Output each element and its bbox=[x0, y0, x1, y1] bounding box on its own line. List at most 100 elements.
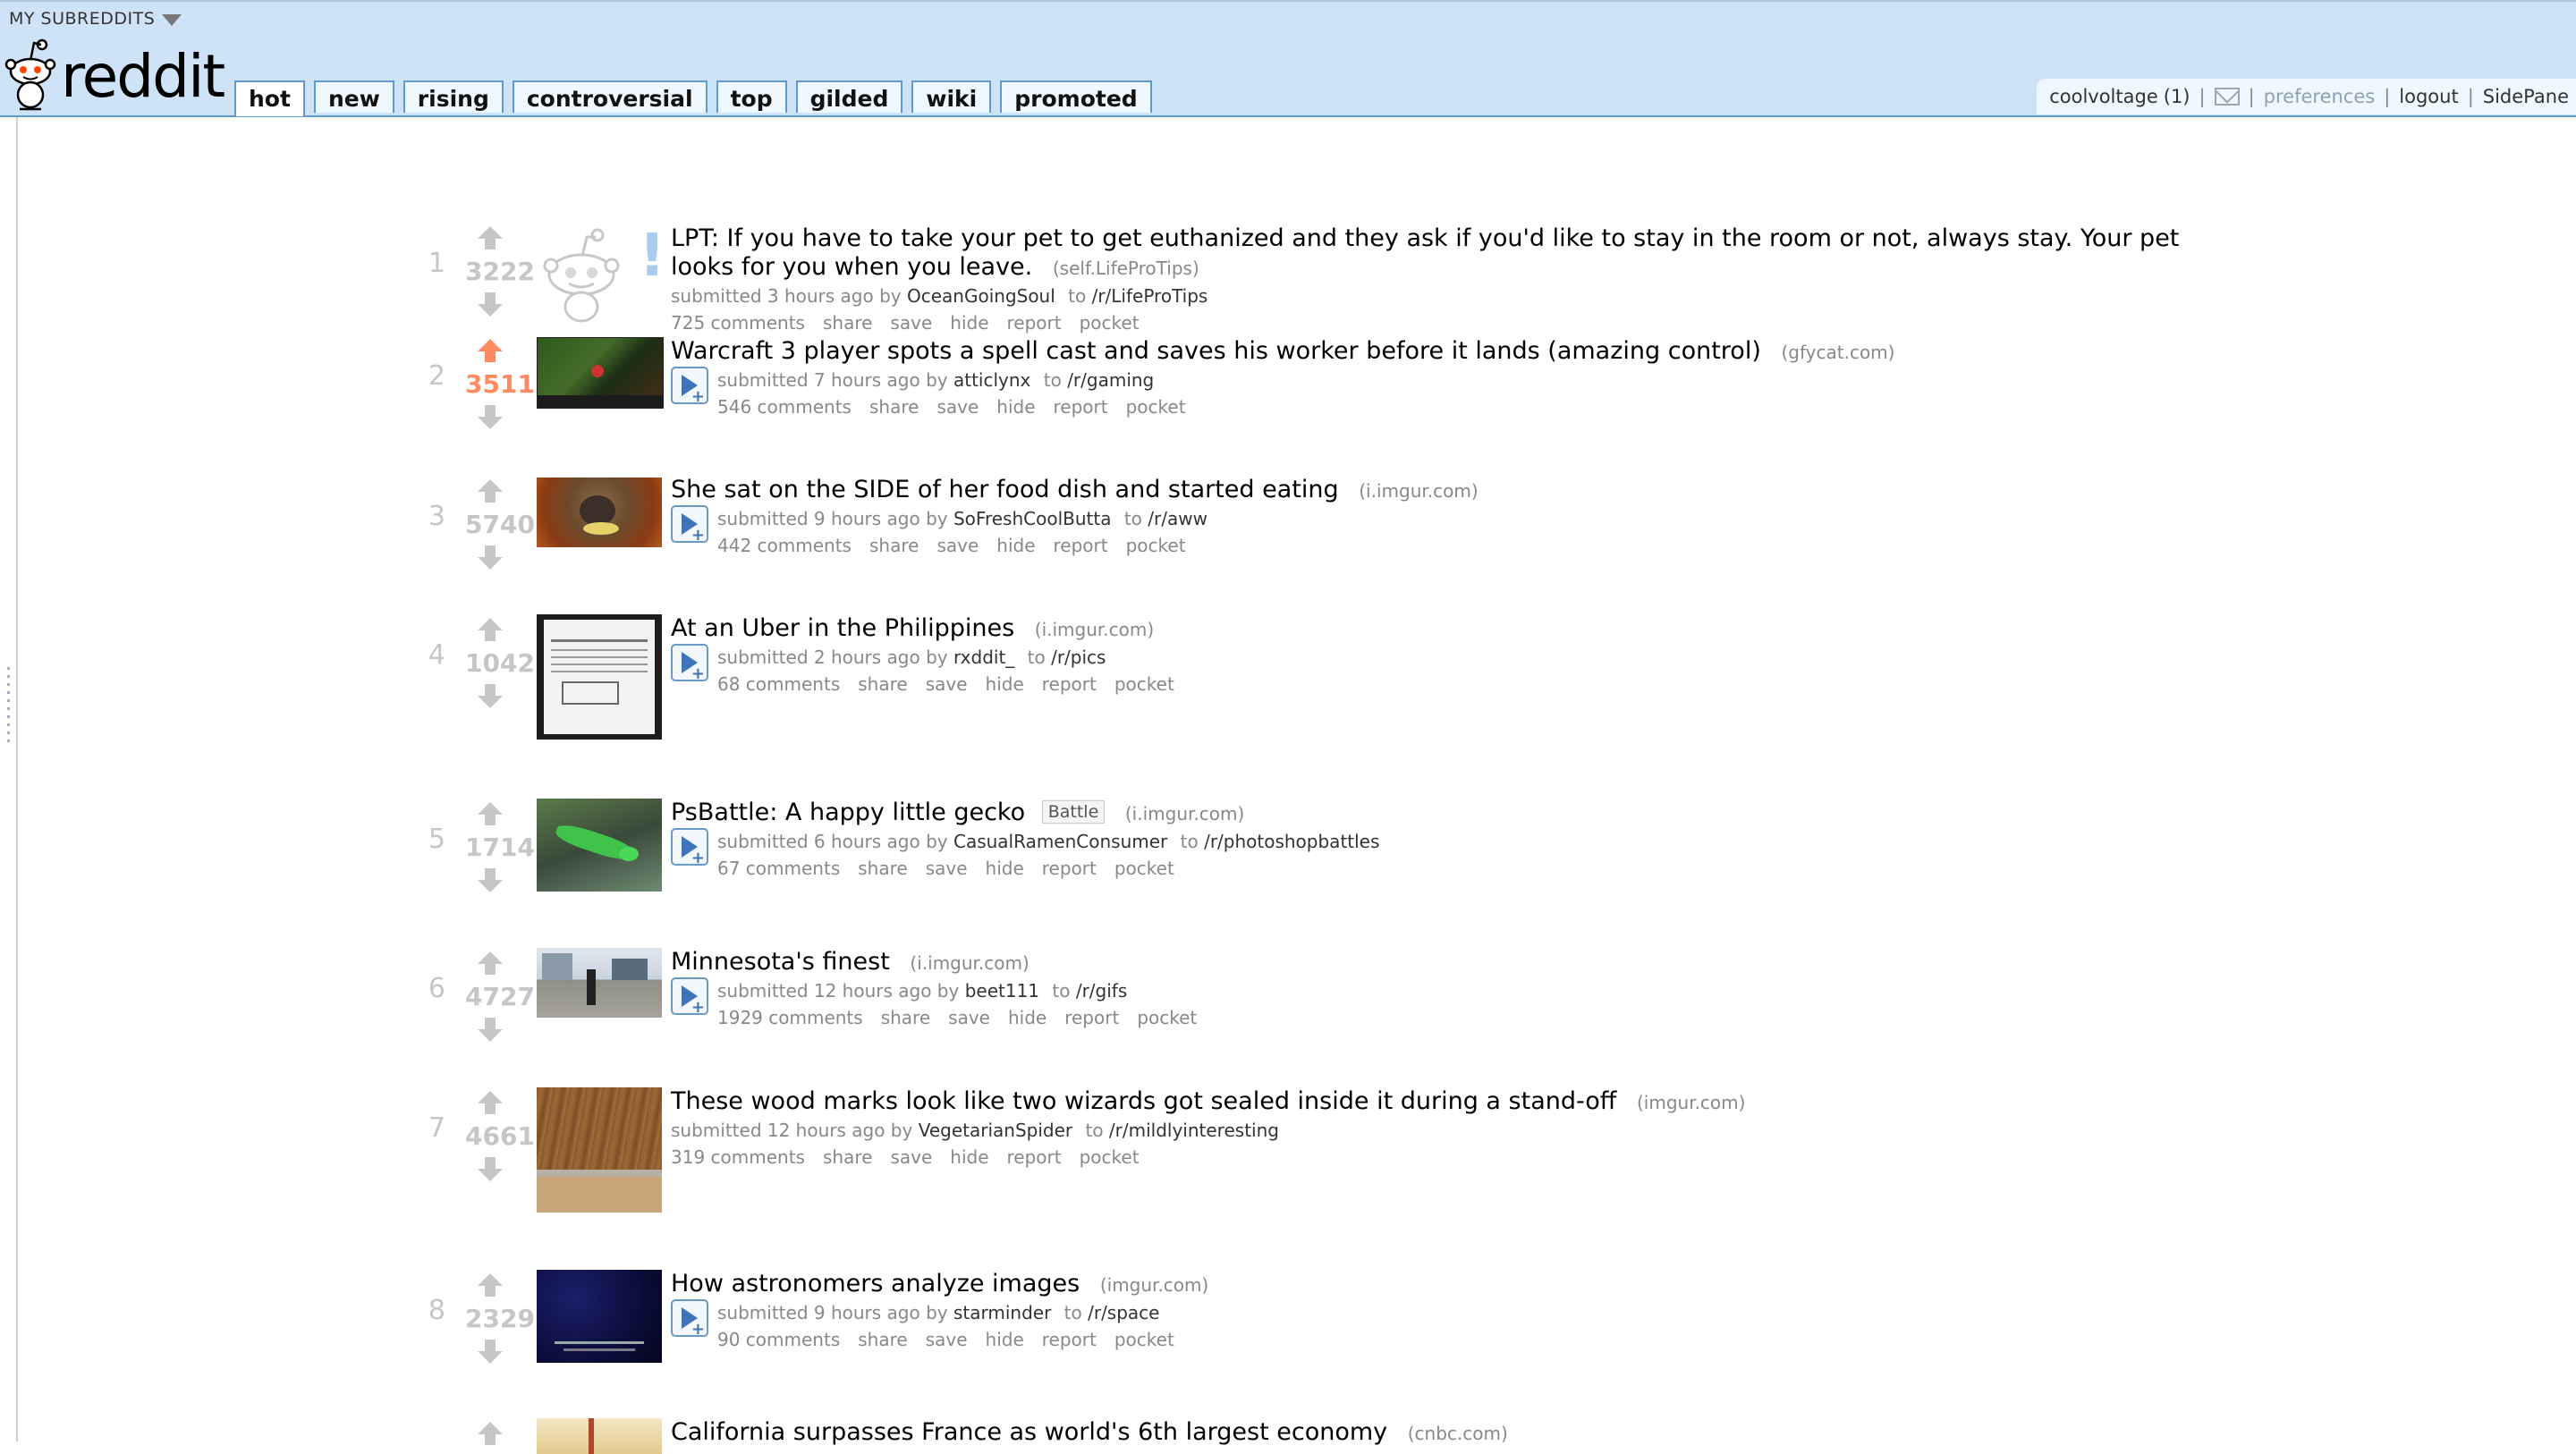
author-link[interactable]: SoFreshCoolButta bbox=[953, 508, 1112, 529]
author-link[interactable]: CasualRamenConsumer bbox=[953, 831, 1167, 852]
author-link[interactable]: VegetarianSpider bbox=[919, 1120, 1072, 1141]
upvote-arrow-icon[interactable] bbox=[465, 802, 515, 829]
domain-link[interactable]: imgur.com bbox=[1644, 1092, 1739, 1113]
domain-link[interactable]: i.imgur.com bbox=[917, 952, 1022, 974]
report-button[interactable]: report bbox=[1042, 671, 1097, 697]
bridge-thumbnail[interactable] bbox=[537, 1418, 662, 1454]
expand-media-icon[interactable] bbox=[671, 828, 708, 867]
mail-icon[interactable] bbox=[2214, 88, 2240, 106]
share-button[interactable]: share bbox=[869, 393, 919, 420]
upvote-arrow-icon[interactable] bbox=[465, 951, 515, 978]
tab-new[interactable]: new bbox=[313, 80, 394, 113]
sidepane-link[interactable]: SidePane bbox=[2483, 79, 2569, 114]
domain-link[interactable]: i.imgur.com bbox=[1366, 480, 1471, 502]
comments-link[interactable]: 1929 comments bbox=[717, 1004, 863, 1031]
post-title[interactable]: At an Uber in the Philippines bbox=[671, 614, 1014, 642]
hide-button[interactable]: hide bbox=[996, 393, 1035, 420]
subreddit-link[interactable]: /r/aww bbox=[1148, 508, 1208, 529]
pocket-button[interactable]: pocket bbox=[1114, 855, 1174, 882]
expand-media-icon[interactable] bbox=[671, 977, 708, 1017]
upvote-arrow-icon[interactable] bbox=[465, 618, 515, 645]
report-button[interactable]: report bbox=[1042, 1326, 1097, 1353]
post-title[interactable]: How astronomers analyze images bbox=[671, 1270, 1080, 1298]
subreddit-link[interactable]: /r/LifeProTips bbox=[1092, 285, 1208, 307]
author-link[interactable]: beet111 bbox=[965, 980, 1039, 1002]
subreddit-link[interactable]: /r/space bbox=[1088, 1302, 1159, 1323]
expand-media-icon[interactable] bbox=[671, 367, 708, 406]
downvote-arrow-icon[interactable] bbox=[465, 544, 515, 571]
pocket-button[interactable]: pocket bbox=[1126, 532, 1186, 559]
downvote-arrow-icon[interactable] bbox=[465, 682, 515, 709]
space-thumbnail[interactable] bbox=[537, 1270, 662, 1363]
report-button[interactable]: report bbox=[1007, 309, 1062, 336]
self-post-alien-icon[interactable]: ! bbox=[537, 224, 665, 323]
hide-button[interactable]: hide bbox=[950, 309, 988, 336]
comments-link[interactable]: 68 comments bbox=[717, 671, 840, 697]
upvote-arrow-icon[interactable] bbox=[465, 1422, 515, 1449]
report-button[interactable]: report bbox=[1042, 855, 1097, 882]
subreddit-link[interactable]: /r/gifs bbox=[1076, 980, 1127, 1002]
gecko-thumbnail[interactable] bbox=[537, 799, 662, 892]
tab-wiki[interactable]: wiki bbox=[911, 80, 992, 113]
share-button[interactable]: share bbox=[858, 855, 907, 882]
comments-link[interactable]: 319 comments bbox=[671, 1144, 805, 1171]
expand-media-icon[interactable] bbox=[671, 644, 708, 683]
upvote-arrow-icon[interactable] bbox=[465, 1273, 515, 1300]
save-button[interactable]: save bbox=[926, 1326, 968, 1353]
subreddit-link[interactable]: /r/gaming bbox=[1067, 369, 1154, 391]
hide-button[interactable]: hide bbox=[986, 671, 1024, 697]
save-button[interactable]: save bbox=[936, 532, 979, 559]
domain-link[interactable]: gfycat.com bbox=[1788, 342, 1887, 363]
downvote-arrow-icon[interactable] bbox=[465, 866, 515, 893]
downvote-arrow-icon[interactable] bbox=[465, 403, 515, 430]
post-title[interactable]: California surpasses France as world's 6… bbox=[671, 1418, 1387, 1446]
domain-link[interactable]: i.imgur.com bbox=[1042, 619, 1148, 640]
uber-sign-thumbnail[interactable] bbox=[537, 614, 662, 740]
save-button[interactable]: save bbox=[936, 393, 979, 420]
hide-button[interactable]: hide bbox=[996, 532, 1035, 559]
pocket-button[interactable]: pocket bbox=[1126, 393, 1186, 420]
wood-thumbnail[interactable] bbox=[537, 1087, 662, 1213]
hide-button[interactable]: hide bbox=[986, 855, 1024, 882]
subreddit-link[interactable]: /r/pics bbox=[1051, 647, 1106, 668]
hide-button[interactable]: hide bbox=[986, 1326, 1024, 1353]
author-link[interactable]: starminder bbox=[953, 1302, 1051, 1323]
post-title[interactable]: Minnesota's finest bbox=[671, 948, 890, 976]
save-button[interactable]: save bbox=[926, 671, 968, 697]
post-title[interactable]: PsBattle: A happy little gecko bbox=[671, 799, 1025, 826]
post-title[interactable]: These wood marks look like two wizards g… bbox=[671, 1087, 1616, 1115]
share-button[interactable]: share bbox=[858, 1326, 907, 1353]
share-button[interactable]: share bbox=[869, 532, 919, 559]
tab-promoted[interactable]: promoted bbox=[1000, 80, 1152, 113]
report-button[interactable]: report bbox=[1054, 393, 1108, 420]
report-button[interactable]: report bbox=[1054, 532, 1108, 559]
domain-link[interactable]: self.LifeProTips bbox=[1060, 258, 1192, 279]
share-button[interactable]: share bbox=[881, 1004, 930, 1031]
post-title[interactable]: Warcraft 3 player spots a spell cast and… bbox=[671, 337, 1761, 365]
hide-button[interactable]: hide bbox=[1008, 1004, 1046, 1031]
share-button[interactable]: share bbox=[823, 1144, 872, 1171]
preferences-link[interactable]: preferences bbox=[2264, 79, 2376, 114]
pocket-button[interactable]: pocket bbox=[1114, 671, 1174, 697]
subreddit-link[interactable]: /r/photoshopbattles bbox=[1204, 831, 1379, 852]
downvote-arrow-icon[interactable] bbox=[465, 291, 515, 317]
author-link[interactable]: rxddit_ bbox=[953, 647, 1014, 668]
tab-hot[interactable]: hot bbox=[234, 80, 305, 116]
hamster-thumbnail[interactable] bbox=[537, 478, 662, 547]
comments-link[interactable]: 725 comments bbox=[671, 309, 805, 336]
my-subreddits-dropdown[interactable]: MY SUBREDDITS bbox=[9, 7, 182, 30]
post-title[interactable]: She sat on the SIDE of her food dish and… bbox=[671, 476, 1339, 503]
tab-gilded[interactable]: gilded bbox=[795, 80, 903, 113]
save-button[interactable]: save bbox=[926, 855, 968, 882]
tab-controversial[interactable]: controversial bbox=[512, 80, 708, 113]
comments-link[interactable]: 90 comments bbox=[717, 1326, 840, 1353]
comments-link[interactable]: 546 comments bbox=[717, 393, 852, 420]
reddit-logo[interactable]: reddit bbox=[4, 38, 225, 113]
upvote-arrow-icon[interactable] bbox=[465, 1091, 515, 1118]
upvote-arrow-icon[interactable] bbox=[465, 226, 515, 253]
comments-link[interactable]: 442 comments bbox=[717, 532, 852, 559]
downvote-arrow-icon[interactable] bbox=[465, 1016, 515, 1043]
upvote-arrow-icon[interactable] bbox=[465, 339, 515, 366]
report-button[interactable]: report bbox=[1007, 1144, 1062, 1171]
warcraft-thumbnail[interactable] bbox=[537, 337, 664, 409]
